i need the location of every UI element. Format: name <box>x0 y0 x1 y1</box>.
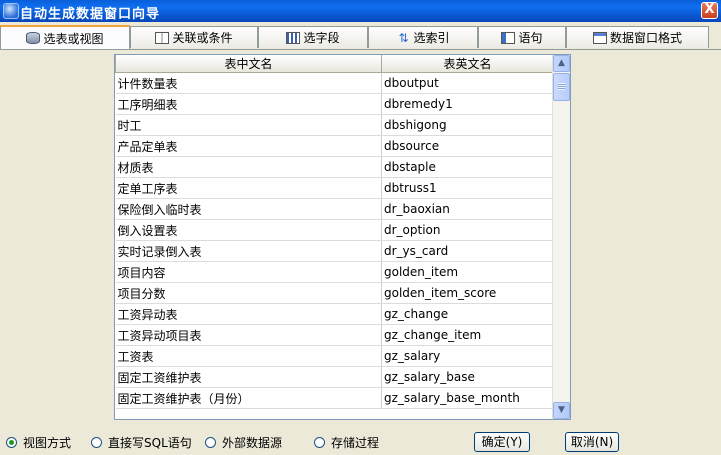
radio-dot[interactable] <box>91 437 102 448</box>
cell-chinese-name[interactable]: 固定工资维护表 <box>115 366 382 388</box>
column-header-english-name[interactable]: 表英文名 <box>381 55 554 73</box>
tab-select-index[interactable]: ⇅ 选索引 <box>368 26 478 48</box>
cell-english-name[interactable]: gz_salary_base_month <box>381 387 554 409</box>
radio-dot[interactable] <box>6 437 17 448</box>
cell-english-name[interactable]: dbtruss1 <box>381 177 554 199</box>
table-row[interactable]: 倒入设置表 dr_option <box>115 219 554 241</box>
grid-icon <box>155 31 170 44</box>
table-row[interactable]: 时工 dbshigong <box>115 114 554 136</box>
mode-sql[interactable]: 直接写SQL语句 <box>91 434 192 451</box>
table-list: 表中文名 表英文名 计件数量表 dboutput 工序明细表 dbremedy1 时工 d… <box>115 55 554 409</box>
cell-chinese-name[interactable]: 产品定单表 <box>115 135 382 157</box>
cell-english-name[interactable]: dr_option <box>381 219 554 241</box>
cell-chinese-name[interactable]: 材质表 <box>115 156 382 178</box>
ok-button[interactable]: 确定(Y) <box>474 432 530 452</box>
radio-dot[interactable] <box>205 437 216 448</box>
table-row[interactable]: 工资表 gz_salary <box>115 345 554 367</box>
mode-external[interactable]: 外部数据源 <box>205 434 282 451</box>
cell-chinese-name[interactable]: 计件数量表 <box>115 72 382 94</box>
cell-chinese-name[interactable]: 定单工序表 <box>115 177 382 199</box>
mode-procedure[interactable]: 存储过程 <box>314 434 379 451</box>
cell-chinese-name[interactable]: 倒入设置表 <box>115 219 382 241</box>
radio-dot[interactable] <box>314 437 325 448</box>
cell-chinese-name[interactable]: 时工 <box>115 114 382 136</box>
close-button[interactable]: X <box>701 2 718 19</box>
cell-english-name[interactable]: dr_baoxian <box>381 198 554 220</box>
table-row[interactable]: 工序明细表 dbremedy1 <box>115 93 554 115</box>
table-list-grid[interactable]: 表中文名 表英文名 计件数量表 dboutput 工序明细表 dbremedy1 时工 d… <box>114 54 571 420</box>
cell-english-name[interactable]: golden_item_score <box>381 282 554 304</box>
mode-view[interactable]: 视图方式 <box>6 434 71 451</box>
table-row[interactable]: 项目内容 golden_item <box>115 261 554 283</box>
cell-english-name[interactable]: dbsource <box>381 135 554 157</box>
cell-chinese-name[interactable]: 固定工资维护表（月份） <box>115 387 382 409</box>
table-row[interactable]: 固定工资维护表（月份） gz_salary_base_month <box>115 387 554 409</box>
table-row[interactable]: 计件数量表 dboutput <box>115 72 554 94</box>
cell-chinese-name[interactable]: 实时记录倒入表 <box>115 240 382 262</box>
vertical-scrollbar[interactable]: ▲ ▼ <box>552 55 570 419</box>
cell-english-name[interactable]: dr_ys_card <box>381 240 554 262</box>
cell-english-name[interactable]: golden_item <box>381 261 554 283</box>
table-row[interactable]: 工资异动表 gz_change <box>115 303 554 325</box>
window-title: 自动生成数据窗口向导 <box>20 7 161 22</box>
table-row[interactable]: 产品定单表 dbsource <box>115 135 554 157</box>
cell-chinese-name[interactable]: 保险倒入临时表 <box>115 198 382 220</box>
table-row[interactable]: 项目分数 golden_item_score <box>115 282 554 304</box>
bottom-bar: 视图方式 直接写SQL语句 外部数据源 存储过程 确定(Y) 取消(N) <box>0 426 721 455</box>
scroll-up-icon[interactable]: ▲ <box>553 55 570 72</box>
column-header-chinese-name[interactable]: 表中文名 <box>115 55 382 73</box>
table-row[interactable]: 实时记录倒入表 dr_ys_card <box>115 240 554 262</box>
cell-english-name[interactable]: gz_change_item <box>381 324 554 346</box>
cell-english-name[interactable]: gz_change <box>381 303 554 325</box>
document-icon <box>501 31 516 44</box>
sort-icon: ⇅ <box>398 30 409 45</box>
cell-chinese-name[interactable]: 工资异动表 <box>115 303 382 325</box>
table-row[interactable]: 固定工资维护表 gz_salary_base <box>115 366 554 388</box>
cell-english-name[interactable]: dbshigong <box>381 114 554 136</box>
window-icon <box>592 31 607 44</box>
cell-chinese-name[interactable]: 工序明细表 <box>115 93 382 115</box>
table-row[interactable]: 材质表 dbstaple <box>115 156 554 178</box>
database-icon <box>26 32 41 44</box>
cell-chinese-name[interactable]: 项目内容 <box>115 261 382 283</box>
tab-strip: 选表或视图 关联或条件 选字段 ⇅ 选索引 语句 数据窗口格式 <box>0 25 721 49</box>
tab-window-format[interactable]: 数据窗口格式 <box>566 26 709 48</box>
table-row[interactable]: 工资异动项目表 gz_change_item <box>115 324 554 346</box>
app-icon <box>3 3 19 19</box>
tab-statement[interactable]: 语句 <box>478 26 566 48</box>
cell-english-name[interactable]: dbremedy1 <box>381 93 554 115</box>
cell-chinese-name[interactable]: 工资表 <box>115 345 382 367</box>
table-row[interactable]: 保险倒入临时表 dr_baoxian <box>115 198 554 220</box>
cell-english-name[interactable]: dboutput <box>381 72 554 94</box>
tab-join-condition[interactable]: 关联或条件 <box>130 26 258 48</box>
title-bar: 自动生成数据窗口向导 X <box>0 0 721 22</box>
cell-chinese-name[interactable]: 工资异动项目表 <box>115 324 382 346</box>
tab-select-fields[interactable]: 选字段 <box>258 26 368 48</box>
scroll-down-icon[interactable]: ▼ <box>553 402 570 419</box>
cell-english-name[interactable]: dbstaple <box>381 156 554 178</box>
table-row[interactable]: 定单工序表 dbtruss1 <box>115 177 554 199</box>
cell-english-name[interactable]: gz_salary_base <box>381 366 554 388</box>
tab-select-table[interactable]: 选表或视图 <box>0 25 130 49</box>
columns-icon <box>286 31 301 44</box>
cancel-button[interactable]: 取消(N) <box>565 432 619 452</box>
cell-english-name[interactable]: gz_salary <box>381 345 554 367</box>
cell-chinese-name[interactable]: 项目分数 <box>115 282 382 304</box>
scroll-thumb[interactable] <box>553 73 570 101</box>
